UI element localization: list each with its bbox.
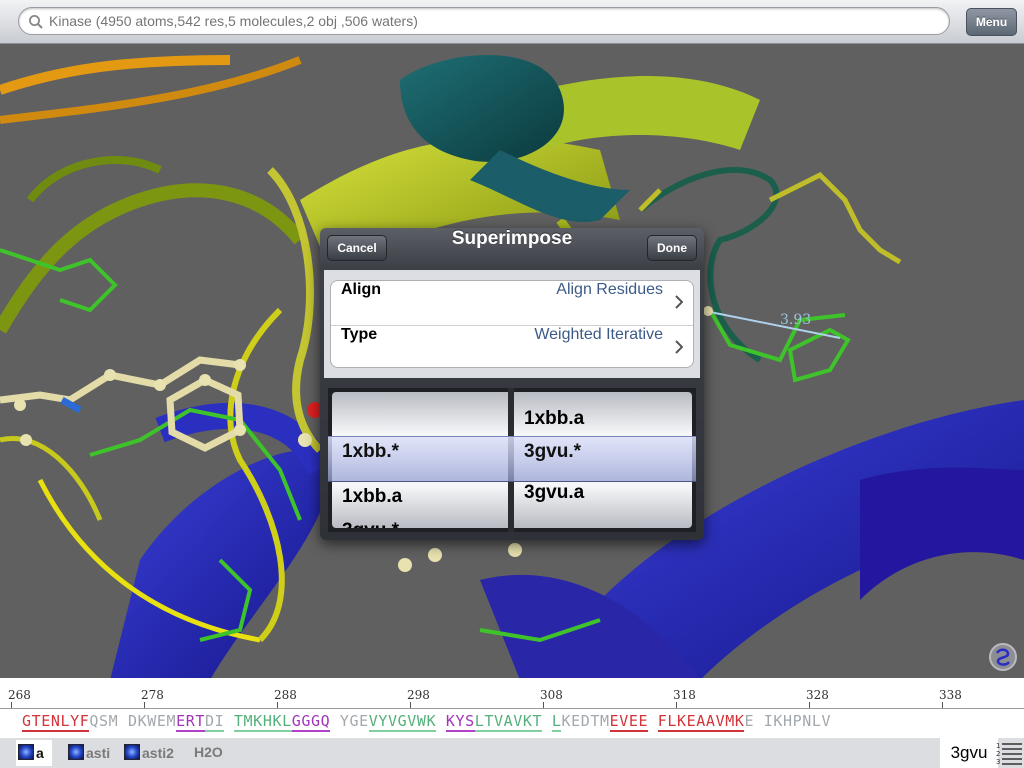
- svg-text:2: 2: [996, 750, 1000, 758]
- align-row[interactable]: Align Align Residues: [331, 281, 693, 324]
- sequence-segment[interactable]: [224, 712, 234, 730]
- picker-option[interactable]: 3gvu.a: [514, 482, 692, 518]
- ruler-tick-label: 318: [673, 688, 696, 702]
- sequence-segment[interactable]: DI: [205, 712, 224, 732]
- type-label: Type: [341, 326, 377, 344]
- list-icon[interactable]: 1 2 3: [996, 740, 1022, 766]
- sequence-segment[interactable]: TMKHKL: [234, 712, 292, 732]
- object-swatch-icon: [68, 744, 84, 760]
- object-tab-h2o[interactable]: H2O: [194, 744, 223, 764]
- sequence-segment[interactable]: EVEE: [610, 712, 649, 732]
- align-value: Align Residues: [556, 281, 663, 299]
- done-button[interactable]: Done: [647, 235, 697, 261]
- ruler-tick-label: 298: [407, 688, 430, 702]
- sequence-segment[interactable]: ERT: [176, 712, 205, 732]
- chevron-right-icon: [675, 295, 683, 309]
- object-tab-a[interactable]: a: [16, 740, 52, 766]
- search-icon: [28, 14, 44, 30]
- align-label: Align: [341, 281, 381, 299]
- top-toolbar: Menu: [0, 0, 1024, 44]
- ruler-tick-label: 278: [141, 688, 164, 702]
- sequence-segment[interactable]: VYVGVWK: [369, 712, 436, 732]
- ruler-tick-label: 308: [540, 688, 563, 702]
- object-tab-asti2[interactable]: asti2: [124, 744, 174, 764]
- settings-table: Align Align Residues Type Weighted Itera…: [330, 280, 694, 368]
- picker-selection-band: 1xbb.* 3gvu.*: [328, 436, 696, 482]
- sequence-segment[interactable]: [436, 712, 446, 730]
- rotate-handle-icon[interactable]: [988, 642, 1018, 672]
- superimpose-popover: Superimpose Cancel Done Align Align Resi…: [320, 228, 704, 540]
- sequence-segment[interactable]: GTENLYF: [22, 712, 89, 732]
- sequence-segment[interactable]: [648, 712, 658, 730]
- picker-selected-target[interactable]: 3gvu.*: [514, 441, 692, 477]
- picker-option[interactable]: 1xbb.a: [332, 486, 508, 522]
- object-swatch-icon: [124, 744, 140, 760]
- ruler-tick-label: 268: [8, 688, 31, 702]
- sequence-segment[interactable]: GGGQ: [292, 712, 331, 732]
- sequence-segment[interactable]: KYS: [446, 712, 475, 732]
- ruler-tick-label: 328: [806, 688, 829, 702]
- sequence-segment[interactable]: LTVAVKT: [475, 712, 542, 732]
- object-label: asti: [86, 745, 110, 761]
- menu-button[interactable]: Menu: [966, 8, 1017, 36]
- picker-option[interactable]: 3gvu.*: [332, 520, 508, 528]
- picker-selected-reference[interactable]: 1xbb.*: [332, 441, 508, 477]
- popover-header: Superimpose Cancel Done: [320, 228, 704, 270]
- object-bar: a asti asti2 H2O: [0, 738, 1024, 768]
- type-value: Weighted Iterative: [534, 326, 663, 344]
- sequence-segment[interactable]: KEDTM: [561, 712, 609, 730]
- sequence-segment[interactable]: L: [552, 712, 562, 732]
- ruler-tick-label: 338: [939, 688, 962, 702]
- sequence-segment[interactable]: E IKHPNLV: [744, 712, 831, 730]
- object-label: H2O: [194, 744, 223, 760]
- search-field[interactable]: [18, 7, 950, 35]
- ruler-line: [0, 708, 1024, 709]
- object-label: a: [36, 745, 44, 761]
- sequence-row[interactable]: GTENLYFQSM DKWEMERTDI TMKHKLGGGQ YGEVYVG…: [22, 712, 831, 730]
- structure-picker[interactable]: 1xbb.a 3gvu.* 1xbb.* 1xbb.a 3gvu.a 1xbb.…: [328, 388, 696, 532]
- search-input[interactable]: [49, 8, 939, 34]
- sequence-segment[interactable]: QSM DKWEM: [89, 712, 176, 730]
- cancel-button[interactable]: Cancel: [327, 235, 387, 261]
- type-row[interactable]: Type Weighted Iterative: [331, 325, 693, 368]
- sequence-segment[interactable]: YGE: [330, 712, 369, 730]
- sequence-segment[interactable]: FLKEAAVMK: [658, 712, 745, 732]
- svg-text:1: 1: [996, 742, 1000, 750]
- svg-text:3: 3: [996, 758, 1000, 766]
- pdb-id-label[interactable]: 3gvu: [940, 738, 998, 768]
- sequence-viewer[interactable]: 268 278 288 298 308 318 328 338 GTENLYFQSM DKWE…: [0, 678, 1024, 738]
- object-swatch-icon: [18, 744, 34, 760]
- chevron-right-icon: [675, 340, 683, 354]
- object-label: asti2: [142, 745, 174, 761]
- sequence-segment[interactable]: [542, 712, 552, 730]
- ruler-tick-label: 288: [274, 688, 297, 702]
- distance-label: 3.93: [780, 312, 811, 328]
- object-tab-asti[interactable]: asti: [68, 744, 110, 764]
